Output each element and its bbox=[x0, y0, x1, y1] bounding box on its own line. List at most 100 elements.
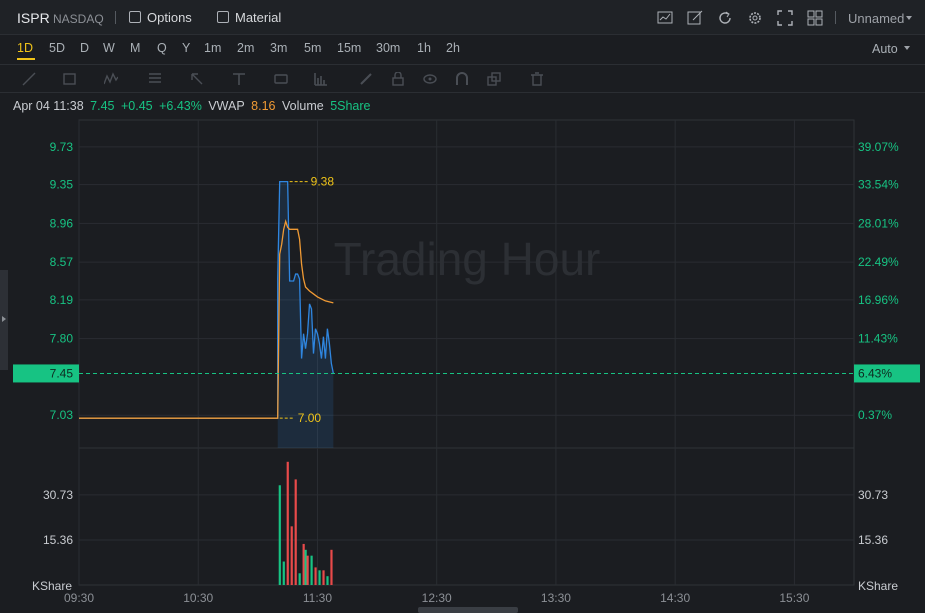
volume-tick-label: 30.73 bbox=[43, 488, 73, 502]
pct-tick-label: 33.54% bbox=[858, 178, 899, 192]
time-tick-label: 13:30 bbox=[541, 591, 571, 605]
timeframe-q[interactable]: Q bbox=[157, 41, 167, 55]
high-marker-label: 9.38 bbox=[311, 175, 335, 189]
volume-bar bbox=[314, 567, 317, 585]
volume-bar bbox=[318, 570, 321, 585]
indicators-icon[interactable] bbox=[657, 10, 673, 26]
options-label: Options bbox=[147, 10, 192, 25]
arrow-tool-icon[interactable] bbox=[190, 72, 204, 86]
timeframe-1d[interactable]: 1D bbox=[17, 41, 33, 55]
divider bbox=[835, 11, 836, 24]
timeframe-2m[interactable]: 2m bbox=[237, 41, 254, 55]
rectangle-tool-icon[interactable] bbox=[63, 72, 77, 86]
refresh-icon[interactable] bbox=[717, 10, 733, 26]
pct-tick-label: 22.49% bbox=[858, 255, 899, 269]
quote-change-pct: +6.43% bbox=[159, 99, 202, 113]
timeframe-w[interactable]: W bbox=[103, 41, 115, 55]
drawing-toolbar bbox=[0, 64, 925, 93]
eye-icon[interactable] bbox=[423, 72, 437, 86]
pct-tick-label: 0.37% bbox=[858, 408, 892, 422]
quote-info-bar: Apr 04 11:38 7.45 +0.45 +6.43% VWAP 8.16… bbox=[13, 99, 374, 113]
price-tick-label: 8.19 bbox=[50, 293, 74, 307]
fullscreen-icon[interactable] bbox=[777, 10, 793, 26]
volume-bar bbox=[302, 543, 305, 585]
material-icon bbox=[217, 11, 229, 23]
volume-bar bbox=[326, 576, 329, 585]
timeframe-15m[interactable]: 15m bbox=[337, 41, 361, 55]
scale-mode-selector[interactable]: Auto bbox=[872, 42, 910, 56]
volume-bar bbox=[322, 570, 325, 585]
vwap-label: VWAP bbox=[208, 99, 245, 113]
timeframe-5d[interactable]: 5D bbox=[49, 41, 65, 55]
layout-name: Unnamed bbox=[848, 11, 905, 26]
volume-bar bbox=[304, 549, 307, 585]
volume-bar bbox=[298, 573, 301, 585]
watermark-text: Trading Hour bbox=[334, 233, 601, 285]
time-tick-label: 14:30 bbox=[660, 591, 690, 605]
volume-bar bbox=[330, 549, 333, 585]
draw-icon[interactable] bbox=[687, 10, 703, 26]
price-chart[interactable]: Trading Hour 9.73 9.35 8.96 8.57 8.19 7.80 7.0… bbox=[0, 118, 925, 613]
layout-selector[interactable]: Unnamed bbox=[848, 11, 913, 26]
volume-tick-label: 15.36 bbox=[858, 533, 888, 547]
options-icon bbox=[129, 11, 141, 23]
timeframe-3m[interactable]: 3m bbox=[270, 41, 287, 55]
timeframe-5m[interactable]: 5m bbox=[304, 41, 321, 55]
layout-grid-icon[interactable] bbox=[807, 10, 823, 26]
left-panel-toggle[interactable] bbox=[0, 270, 8, 370]
bottom-panel-grip[interactable] bbox=[418, 607, 518, 613]
last-price-label: 7.45 bbox=[50, 366, 74, 380]
volume-bar bbox=[290, 526, 293, 585]
text-tool-icon[interactable] bbox=[232, 72, 246, 86]
pen-tool-icon[interactable] bbox=[359, 72, 373, 86]
price-tick-label: 9.35 bbox=[50, 178, 74, 192]
divider bbox=[115, 11, 116, 24]
timeframe-30m[interactable]: 30m bbox=[376, 41, 400, 55]
timeframe-y[interactable]: Y bbox=[182, 41, 190, 55]
copy-icon[interactable] bbox=[487, 72, 501, 86]
volume-bar bbox=[278, 485, 281, 585]
time-axis: 09:30 10:30 11:30 12:30 13:30 14:30 15:30 bbox=[64, 591, 810, 605]
trash-icon[interactable] bbox=[530, 72, 544, 86]
top-bar: ISPR NASDAQ Options Material Unnamed bbox=[0, 0, 925, 35]
volume-bar bbox=[310, 555, 313, 585]
low-marker-label: 7.00 bbox=[298, 411, 322, 425]
volume-bar bbox=[286, 461, 289, 585]
wave-tool-icon[interactable] bbox=[104, 72, 118, 86]
timeframe-2h[interactable]: 2h bbox=[446, 41, 460, 55]
timeframe-d[interactable]: D bbox=[80, 41, 89, 55]
symbol-label[interactable]: ISPR bbox=[17, 10, 50, 26]
timeframe-m[interactable]: M bbox=[130, 41, 140, 55]
magnet-icon[interactable] bbox=[455, 72, 469, 86]
exchange-label: NASDAQ bbox=[53, 12, 104, 26]
time-tick-label: 09:30 bbox=[64, 591, 94, 605]
chart-grid bbox=[78, 119, 855, 586]
timeframe-1h[interactable]: 1h bbox=[417, 41, 431, 55]
time-tick-label: 12:30 bbox=[422, 591, 452, 605]
quote-price: 7.45 bbox=[90, 99, 115, 113]
options-button[interactable]: Options bbox=[129, 10, 192, 25]
label-tool-icon[interactable] bbox=[274, 72, 288, 86]
timeframe-bar: 1D 5D D W M Q Y 1m 2m 3m 5m 15m 30m 1h 2h bbox=[0, 35, 925, 64]
material-button[interactable]: Material bbox=[217, 10, 281, 25]
volume-tick-label: 30.73 bbox=[858, 488, 888, 502]
volume-layer bbox=[278, 461, 333, 585]
trendline-tool-icon[interactable] bbox=[22, 72, 36, 86]
volume-value: 5Share bbox=[330, 99, 371, 113]
quote-change: +0.45 bbox=[120, 99, 153, 113]
active-timeframe-indicator bbox=[17, 58, 35, 60]
volume-bar bbox=[306, 555, 309, 585]
pct-tick-label: 16.96% bbox=[858, 293, 899, 307]
lock-icon[interactable] bbox=[391, 72, 405, 86]
volume-bar bbox=[294, 479, 297, 585]
scale-mode-label: Auto bbox=[872, 42, 898, 56]
last-pct-label: 6.43% bbox=[858, 366, 892, 380]
timeframe-1m[interactable]: 1m bbox=[204, 41, 221, 55]
fibonacci-tool-icon[interactable] bbox=[148, 72, 162, 86]
time-tick-label: 15:30 bbox=[779, 591, 809, 605]
measure-tool-icon[interactable] bbox=[314, 72, 328, 86]
vwap-value: 8.16 bbox=[251, 99, 276, 113]
material-label: Material bbox=[235, 10, 282, 25]
settings-icon[interactable] bbox=[747, 10, 763, 26]
price-tick-label: 8.96 bbox=[50, 216, 74, 230]
